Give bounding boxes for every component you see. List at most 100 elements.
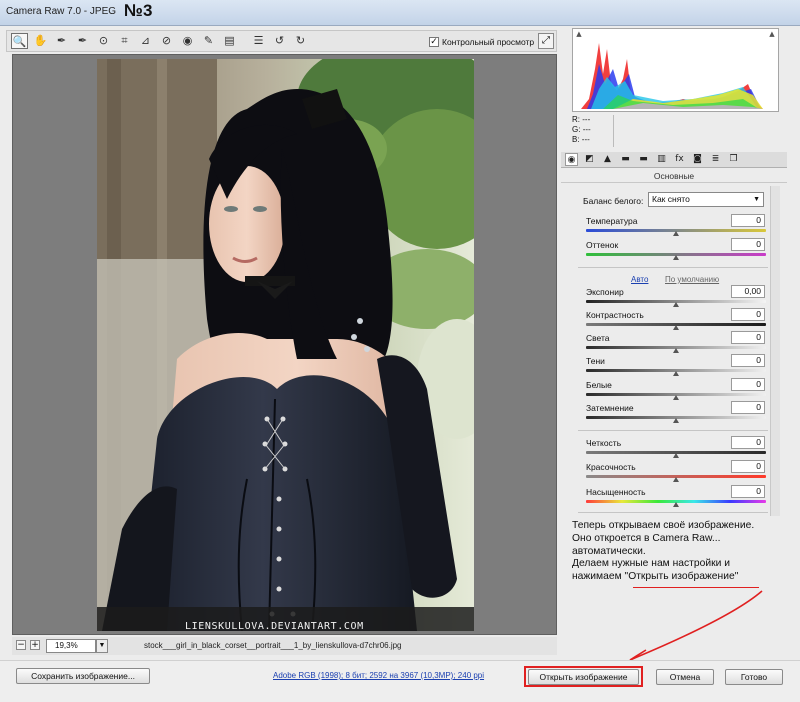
zoom-level-field[interactable]: 19,3% bbox=[46, 639, 96, 653]
open-button-highlight bbox=[524, 666, 643, 687]
file-name: stock___girl_in_black_corset__portrait__… bbox=[144, 641, 402, 650]
fullscreen-button[interactable]: ⤢ bbox=[538, 33, 554, 49]
exposure-label: Экспонир bbox=[586, 287, 624, 297]
vibrance-value-field[interactable]: 0 bbox=[731, 460, 765, 473]
g-value: --- bbox=[582, 125, 591, 134]
whites-slider-thumb[interactable] bbox=[673, 395, 679, 400]
panel-tabs: ◉ ◩ ▲ ▬ ▬ ▥ fx ◙ ≣ ❐ bbox=[561, 152, 787, 168]
annotation-line: Оно откроется в Camera Raw... bbox=[572, 532, 721, 544]
workflow-options-link[interactable]: Adobe RGB (1998); 8 бит; 2592 на 3967 (1… bbox=[273, 671, 484, 680]
zoom-out-button[interactable]: − bbox=[16, 640, 26, 650]
zoom-icon[interactable]: 🔍 bbox=[11, 33, 28, 49]
annotation-underline bbox=[633, 587, 759, 588]
rotate-right-icon[interactable]: ↻ bbox=[292, 33, 309, 49]
crop-icon[interactable]: ⌗ bbox=[116, 33, 133, 49]
white-balance-label: Баланс белого: bbox=[583, 196, 644, 206]
done-button[interactable]: Готово bbox=[725, 669, 783, 685]
blacks-slider-thumb[interactable] bbox=[673, 418, 679, 423]
window-title: Camera Raw 7.0 - JPEG bbox=[6, 6, 117, 17]
tint-slider-thumb[interactable] bbox=[673, 255, 679, 260]
contrast-slider-thumb[interactable] bbox=[673, 325, 679, 330]
toolbar: 🔍 ✋ ✒ ✒ ⊙ ⌗ ⊿ ⊘ ◉ ✎ ▤ ☰ ↺ ↻ ✓ Контрольный просмотр ⤢ bbox=[6, 30, 557, 52]
highlights-slider-thumb[interactable] bbox=[673, 348, 679, 353]
zoom-in-button[interactable]: + bbox=[30, 640, 40, 650]
photo-preview bbox=[97, 59, 474, 631]
temperature-value-field[interactable]: 0 bbox=[731, 214, 765, 227]
section-divider bbox=[578, 512, 768, 513]
color-sampler-icon[interactable]: ✒ bbox=[74, 33, 91, 49]
tint-value-field[interactable]: 0 bbox=[731, 238, 765, 251]
save-image-button[interactable]: Сохранить изображение... bbox=[16, 668, 150, 684]
step-label: №3 bbox=[124, 1, 153, 20]
lens-tab-icon[interactable]: ▥ bbox=[655, 153, 668, 166]
zoom-dropdown-button[interactable]: ▼ bbox=[96, 639, 108, 653]
shadows-label: Тени bbox=[586, 356, 605, 366]
blacks-label: Затемнение bbox=[586, 403, 634, 413]
white-balance-icon[interactable]: ✒ bbox=[53, 33, 70, 49]
vibrance-slider-thumb[interactable] bbox=[673, 477, 679, 482]
basic-tab-icon[interactable]: ◉ bbox=[565, 153, 578, 166]
panel-scrollbar[interactable] bbox=[770, 186, 780, 516]
preferences-icon[interactable]: ☰ bbox=[250, 33, 267, 49]
target-adjust-icon[interactable]: ⊙ bbox=[95, 33, 112, 49]
rotate-left-icon[interactable]: ↺ bbox=[271, 33, 288, 49]
cancel-button[interactable]: Отмена bbox=[656, 669, 714, 685]
shadow-clipping-warning-icon[interactable]: ▲ bbox=[575, 30, 583, 38]
temperature-slider-thumb[interactable] bbox=[673, 231, 679, 236]
panel-title-divider bbox=[561, 182, 787, 183]
tutorial-annotation: Теперь открываем своё изображение. Оно о… bbox=[572, 520, 794, 584]
whites-value-field[interactable]: 0 bbox=[731, 378, 765, 391]
portrait-photo bbox=[97, 59, 474, 631]
clarity-value-field[interactable]: 0 bbox=[731, 436, 765, 449]
blacks-value-field[interactable]: 0 bbox=[731, 401, 765, 414]
spot-removal-icon[interactable]: ⊘ bbox=[158, 33, 175, 49]
saturation-slider-thumb[interactable] bbox=[673, 502, 679, 507]
clarity-slider-thumb[interactable] bbox=[673, 453, 679, 458]
annotation-prefix: нажимаем " bbox=[572, 571, 629, 583]
highlight-clipping-warning-icon[interactable]: ▲ bbox=[768, 30, 776, 38]
snapshots-tab-icon[interactable]: ❐ bbox=[727, 153, 740, 166]
preview-label: Контрольный просмотр bbox=[442, 36, 535, 47]
highlights-label: Света bbox=[586, 333, 610, 343]
annotation-line: нажимаем "Открыть изображение" bbox=[572, 571, 794, 584]
split-toning-tab-icon[interactable]: ▬ bbox=[637, 153, 650, 166]
tone-curve-tab-icon[interactable]: ◩ bbox=[583, 153, 596, 166]
clarity-label: Четкость bbox=[586, 438, 622, 448]
preview-toggle[interactable]: ✓ Контрольный просмотр bbox=[429, 35, 534, 48]
effects-tab-icon[interactable]: fx bbox=[673, 153, 686, 166]
white-balance-select[interactable]: Как снято ▼ bbox=[648, 192, 764, 207]
auto-link[interactable]: Авто bbox=[631, 275, 648, 284]
presets-tab-icon[interactable]: ≣ bbox=[709, 153, 722, 166]
exposure-slider-thumb[interactable] bbox=[673, 302, 679, 307]
preview-checkbox[interactable]: ✓ bbox=[429, 36, 439, 47]
hsl-tab-icon[interactable]: ▬ bbox=[619, 153, 632, 166]
detail-tab-icon[interactable]: ▲ bbox=[601, 153, 614, 166]
saturation-value-field[interactable]: 0 bbox=[731, 485, 765, 498]
whites-label: Белые bbox=[586, 380, 612, 390]
image-preview-area[interactable]: LIENSKULLOVA.DEVIANTART.COM bbox=[12, 54, 557, 635]
graduated-filter-icon[interactable]: ▤ bbox=[221, 33, 238, 49]
default-link[interactable]: По умолчанию bbox=[665, 275, 719, 284]
r-value: --- bbox=[582, 115, 591, 124]
histogram-graph bbox=[581, 43, 763, 109]
white-balance-value: Как снято bbox=[652, 194, 690, 204]
camera-calibration-tab-icon[interactable]: ◙ bbox=[691, 153, 704, 166]
panel-title: Основные bbox=[653, 171, 695, 181]
adjustment-brush-icon[interactable]: ✎ bbox=[200, 33, 217, 49]
section-divider bbox=[578, 267, 768, 268]
hand-icon[interactable]: ✋ bbox=[32, 33, 49, 49]
contrast-value-field[interactable]: 0 bbox=[731, 308, 765, 321]
saturation-label: Насыщенность bbox=[586, 487, 646, 497]
b-label: B: bbox=[572, 135, 580, 144]
exposure-value-field[interactable]: 0,00 bbox=[731, 285, 765, 298]
highlights-value-field[interactable]: 0 bbox=[731, 331, 765, 344]
section-divider bbox=[578, 430, 768, 431]
shadows-value-field[interactable]: 0 bbox=[731, 354, 765, 367]
annotation-highlight: Открыть изображение bbox=[628, 571, 735, 583]
shadows-slider-thumb[interactable] bbox=[673, 371, 679, 376]
straighten-icon[interactable]: ⊿ bbox=[137, 33, 154, 49]
window-title-bar: Camera Raw 7.0 - JPEG №3 bbox=[0, 0, 800, 26]
rgb-readout: R: --- G: --- B: --- bbox=[572, 115, 614, 147]
zoom-bar: − + 19,3% ▼ stock___girl_in_black_corset… bbox=[12, 637, 557, 655]
red-eye-icon[interactable]: ◉ bbox=[179, 33, 196, 49]
